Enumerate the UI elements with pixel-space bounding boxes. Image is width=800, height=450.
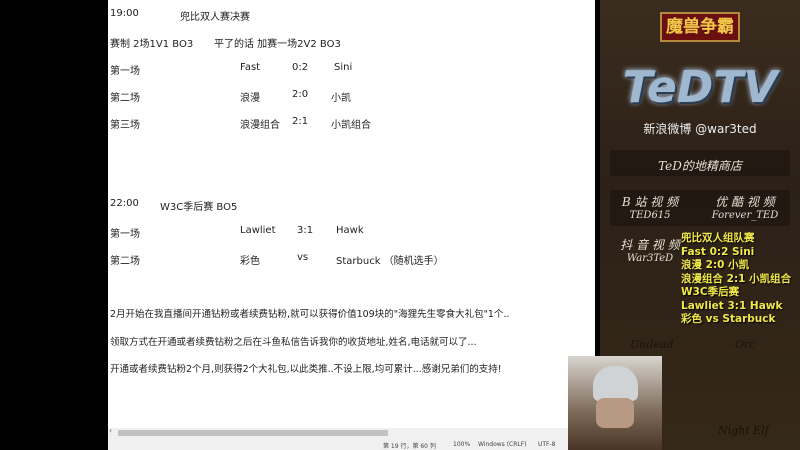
cursor-position: 第 19 行，第 60 列 — [383, 443, 436, 450]
line-text: 浪漫组合 — [240, 120, 280, 131]
line-text: 小凯 — [331, 93, 351, 104]
race-night-elf: Night Elf — [718, 424, 769, 437]
youku-label: 优 酷 视 频 — [715, 195, 775, 209]
match-results-overlay: 兜比双人组队赛 Fast 0:2 Sini 浪漫 2:0 小凯 浪漫组合 2:1… — [681, 232, 791, 327]
youku-id: Forever_TED — [711, 210, 779, 221]
streamer-face — [596, 398, 634, 428]
bilibili-id: TED615 — [629, 210, 671, 221]
overlay-line: 浪漫 2:0 小凯 — [681, 259, 750, 271]
shop-title: TeD的地精商店 — [658, 159, 742, 173]
paragraph: 2月开始在我直播间开通钻粉或者续费钻粉,就可以获得价值109块的"海狸先生零食大… — [110, 309, 510, 320]
line-text: 2:1 — [292, 116, 309, 127]
line-text: 平了的话 加赛一场2V2 BO3 — [214, 39, 341, 50]
line-text: 第二场 — [110, 256, 140, 267]
line-text: 2:0 — [292, 89, 309, 100]
status-bar: 第 19 行，第 60 列 100% Windows (CRLF) UTF-8 — [108, 438, 595, 450]
line-text: 赛制 2场1V1 BO3 — [110, 39, 194, 50]
line-text: 小凯组合 — [331, 120, 371, 131]
scroll-left-icon[interactable]: ‹ — [109, 426, 112, 435]
race-orc: Orc — [735, 338, 756, 351]
horizontal-scrollbar[interactable]: ‹ — [108, 426, 595, 438]
line-text: Sini — [334, 62, 353, 73]
warcraft-logo: 魔兽争霸 — [660, 12, 740, 42]
paragraph: 开通或者续费钻粉2个月,则获得2个大礼包,以此类推..不设上限,均可累计...感… — [110, 364, 502, 375]
encoding: UTF-8 — [538, 441, 556, 448]
streamer-hat — [593, 366, 638, 401]
overlay-line: 浪漫组合 2:1 小凯组合 — [681, 272, 792, 285]
webcam-feed — [568, 356, 662, 450]
weibo-handle: 新浪微博 @war3ted — [643, 122, 757, 136]
race-undead: Undead — [630, 338, 674, 351]
line-text: Lawliet — [240, 225, 276, 236]
line-text: Starbuck （随机选手） — [336, 256, 444, 267]
overlay-line: 兜比双人组队赛 — [681, 232, 755, 244]
text-editor[interactable]: 19:00 兜比双人赛决赛 赛制 2场1V1 BO3 平了的话 加赛一场2V2 … — [108, 0, 595, 450]
line-text: W3C季后赛 BO5 — [160, 202, 238, 213]
overlay-line: Lawliet 3:1 Hawk — [681, 299, 783, 312]
line-text: 3:1 — [297, 225, 314, 236]
overlay-line: Fast 0:2 Sini — [681, 245, 755, 258]
paragraph: 领取方式在开通或者续费钻粉之后在斗鱼私信告诉我你的收货地址,姓名,电话就可以了.… — [110, 337, 477, 348]
overlay-line: W3C季后赛 — [681, 286, 740, 298]
bilibili-label: B 站 视 频 — [621, 195, 679, 209]
line-text: 浪漫 — [240, 93, 260, 104]
douyin-id: War3TeD — [626, 253, 674, 264]
line-text: 第一场 — [110, 229, 140, 240]
line-text: 彩色 — [240, 256, 260, 267]
overlay-line: 彩色 vs Starbuck — [681, 313, 776, 325]
line-text: Hawk — [336, 225, 364, 236]
line-text: 第二场 — [110, 93, 140, 104]
line-ending: Windows (CRLF) — [478, 441, 527, 448]
line-text: Fast — [240, 62, 261, 73]
line-text: 19:00 — [110, 8, 139, 19]
line-text: 22:00 — [110, 198, 139, 209]
line-text: 第三场 — [110, 120, 140, 131]
douyin-label: 抖 音 视 频 — [620, 238, 680, 252]
line-text: 第一场 — [110, 66, 140, 77]
line-text: 兜比双人赛决赛 — [180, 12, 250, 23]
line-text: 0:2 — [292, 62, 309, 73]
line-text: vs — [297, 252, 309, 263]
zoom-level: 100% — [453, 441, 471, 448]
scrollbar-thumb[interactable] — [118, 430, 388, 436]
brand-logo: TeDTV — [622, 62, 778, 113]
